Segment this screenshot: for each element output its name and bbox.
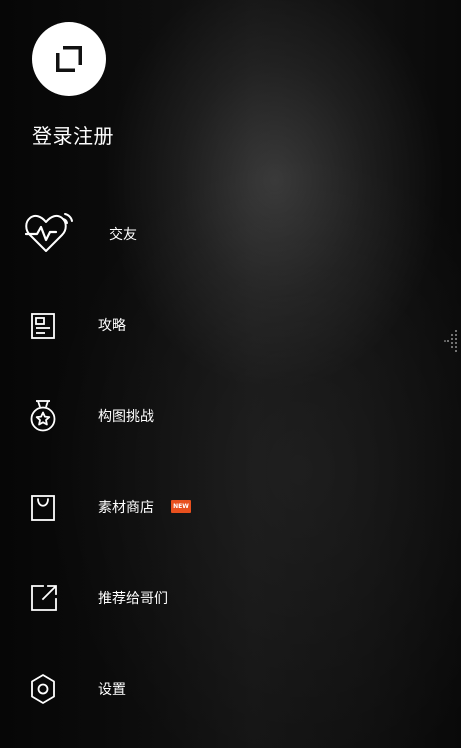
menu-item-composition-challenge[interactable]: 构图挑战 xyxy=(0,387,300,447)
menu-item-settings[interactable]: 设置 xyxy=(0,660,300,720)
new-badge: NEW xyxy=(171,500,191,513)
avatar[interactable] xyxy=(32,22,106,96)
medal-star-icon xyxy=(28,399,58,433)
menu-label-guides: 攻略 xyxy=(98,318,126,334)
menu-item-recommend-friends[interactable]: 推荐给哥们 xyxy=(0,569,300,629)
menu-item-material-store[interactable]: 素材商店 NEW xyxy=(0,478,300,538)
settings-hexagon-icon xyxy=(29,673,57,705)
profile-section: 登录注册 xyxy=(32,22,172,149)
square-logo-icon xyxy=(56,46,82,72)
menu-label-settings: 设置 xyxy=(98,682,126,698)
menu-label-material-store: 素材商店 xyxy=(98,500,154,516)
heart-pulse-icon xyxy=(24,212,74,256)
article-icon xyxy=(30,312,56,340)
menu-item-friends[interactable]: 交友 xyxy=(0,205,300,265)
menu-label-recommend-friends: 推荐给哥们 xyxy=(98,591,168,607)
grip-dots-icon xyxy=(444,330,457,352)
shopping-bag-icon xyxy=(30,494,56,522)
login-register-link[interactable]: 登录注册 xyxy=(32,123,172,149)
menu-label-composition-challenge: 构图挑战 xyxy=(98,409,154,425)
share-external-icon xyxy=(30,584,58,612)
menu-label-friends: 交友 xyxy=(109,227,137,243)
drawer-drag-handle[interactable] xyxy=(444,329,460,355)
menu-item-guides[interactable]: 攻略 xyxy=(0,296,300,356)
